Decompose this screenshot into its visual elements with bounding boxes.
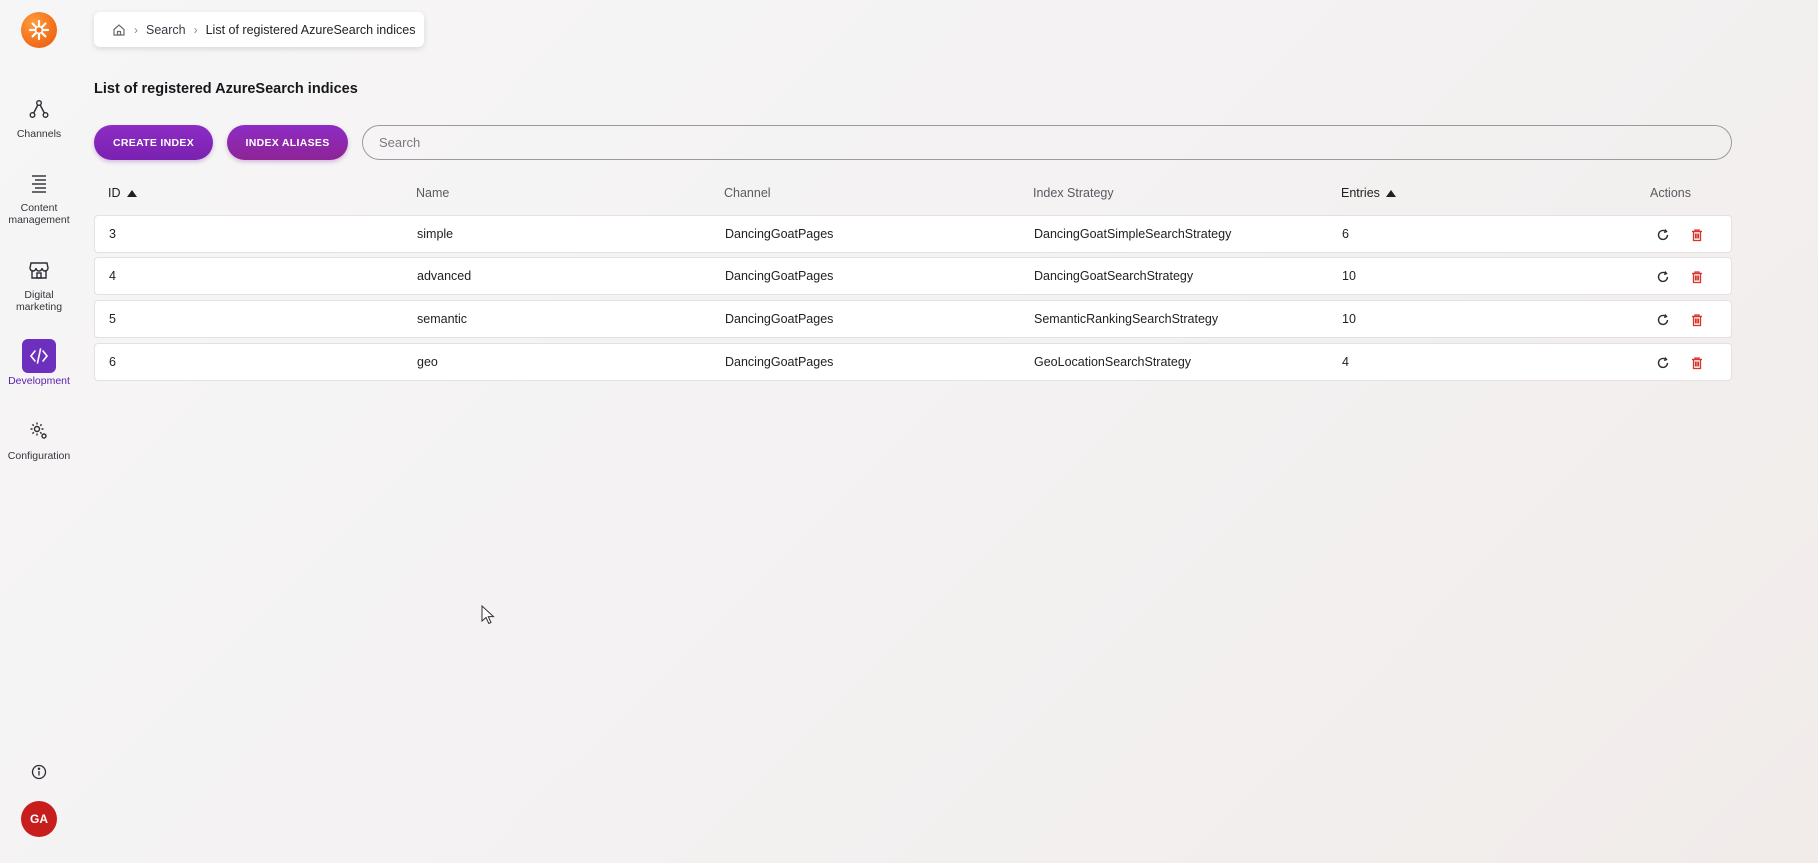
column-header-actions: Actions	[1650, 186, 1691, 200]
column-header-label: ID	[108, 186, 121, 200]
table-header: ID Name Channel Index Strategy Entries A…	[94, 183, 1732, 205]
logo-icon	[28, 19, 50, 41]
sort-ascending-icon	[126, 189, 137, 197]
cell-id: 5	[109, 312, 116, 326]
cell-channel: DancingGoatPages	[725, 269, 834, 283]
page-title: List of registered AzureSearch indices	[94, 81, 358, 97]
cell-strategy: GeoLocationSearchStrategy	[1034, 355, 1192, 369]
breadcrumb-item-current: List of registered AzureSearch indices	[205, 22, 416, 37]
cell-id: 4	[109, 269, 116, 283]
cell-channel: DancingGoatPages	[725, 227, 834, 241]
cell-strategy: DancingGoatSimpleSearchStrategy	[1034, 227, 1232, 241]
sidebar-item-development[interactable]: Development	[0, 339, 78, 387]
table-row[interactable]: 6 geo DancingGoatPages GeoLocationSearch…	[94, 343, 1732, 381]
cell-channel: DancingGoatPages	[725, 312, 834, 326]
cell-name: semantic	[417, 312, 468, 326]
cell-channel: DancingGoatPages	[725, 355, 834, 369]
cell-entries: 10	[1342, 269, 1356, 283]
breadcrumb-home[interactable]	[112, 23, 126, 37]
index-aliases-button[interactable]: INDEX ALIASES	[227, 125, 348, 160]
cell-name: geo	[417, 355, 438, 369]
cell-strategy: DancingGoatSearchStrategy	[1034, 269, 1194, 283]
sidebar-item-channels[interactable]: Channels	[0, 92, 78, 140]
table-row[interactable]: 3 simple DancingGoatPages DancingGoatSim…	[94, 215, 1732, 253]
delete-button[interactable]	[1687, 310, 1707, 330]
channels-icon	[22, 92, 56, 126]
refresh-icon	[1657, 357, 1669, 369]
column-header-label: Actions	[1650, 186, 1691, 200]
sidebar-item-label: Configuration	[7, 450, 71, 462]
column-header-label: Index Strategy	[1033, 186, 1114, 200]
sidebar: Channels Content management Digital mark…	[0, 0, 78, 863]
sidebar-item-digital-marketing[interactable]: Digital marketing	[0, 253, 78, 313]
table-row[interactable]: 5 semantic DancingGoatPages SemanticRank…	[94, 300, 1732, 338]
gear-icon	[22, 414, 56, 448]
app-logo[interactable]	[21, 12, 57, 48]
trash-icon	[1692, 271, 1702, 284]
code-icon	[22, 339, 56, 373]
sidebar-item-label: Digital marketing	[15, 289, 63, 313]
cell-id: 6	[109, 355, 116, 369]
cell-entries: 4	[1342, 355, 1349, 369]
sidebar-item-label: Development	[8, 375, 70, 387]
column-header-index-strategy[interactable]: Index Strategy	[1033, 186, 1114, 200]
row-actions	[1653, 353, 1707, 373]
breadcrumb-separator: ›	[193, 22, 198, 37]
trash-icon	[1692, 357, 1702, 370]
column-header-label: Entries	[1341, 186, 1380, 200]
content-icon	[22, 166, 56, 200]
sort-ascending-icon	[1385, 189, 1396, 197]
rebuild-button[interactable]	[1653, 225, 1673, 245]
breadcrumb: › Search › List of registered AzureSearc…	[94, 12, 424, 47]
store-icon	[22, 253, 56, 287]
column-header-name[interactable]: Name	[416, 186, 449, 200]
refresh-icon	[1657, 229, 1669, 241]
refresh-icon	[1657, 314, 1669, 326]
info-button[interactable]	[30, 763, 48, 781]
breadcrumb-separator: ›	[134, 22, 138, 37]
column-header-label: Name	[416, 186, 450, 200]
row-actions	[1653, 267, 1707, 287]
row-actions	[1653, 225, 1707, 245]
avatar[interactable]: GA	[21, 801, 57, 837]
delete-button[interactable]	[1687, 267, 1707, 287]
cell-entries: 6	[1342, 227, 1349, 241]
refresh-icon	[1657, 271, 1669, 283]
column-header-entries[interactable]: Entries	[1341, 186, 1396, 200]
home-icon	[113, 23, 125, 36]
delete-button[interactable]	[1687, 353, 1707, 373]
create-index-button[interactable]: CREATE INDEX	[94, 125, 213, 160]
info-icon	[31, 764, 47, 780]
trash-icon	[1692, 229, 1702, 242]
cell-name: simple	[417, 227, 454, 241]
column-header-label: Channel	[724, 186, 771, 200]
cell-strategy: SemanticRankingSearchStrategy	[1034, 312, 1219, 326]
row-actions	[1653, 310, 1707, 330]
mouse-cursor-icon	[481, 605, 495, 625]
delete-button[interactable]	[1687, 225, 1707, 245]
column-header-channel[interactable]: Channel	[724, 186, 771, 200]
sidebar-item-label: Channels	[16, 128, 62, 140]
trash-icon	[1692, 314, 1702, 327]
search-input[interactable]	[362, 125, 1732, 160]
breadcrumb-item-search[interactable]: Search	[146, 23, 186, 37]
cell-name: advanced	[417, 269, 472, 283]
sidebar-item-content-management[interactable]: Content management	[0, 166, 78, 226]
table-row[interactable]: 4 advanced DancingGoatPages DancingGoatS…	[94, 257, 1732, 295]
rebuild-button[interactable]	[1653, 353, 1673, 373]
column-header-id[interactable]: ID	[108, 186, 137, 200]
cell-id: 3	[109, 227, 116, 241]
cell-entries: 10	[1342, 312, 1356, 326]
sidebar-item-configuration[interactable]: Configuration	[0, 414, 78, 462]
rebuild-button[interactable]	[1653, 267, 1673, 287]
sidebar-item-label: Content management	[8, 202, 70, 226]
rebuild-button[interactable]	[1653, 310, 1673, 330]
